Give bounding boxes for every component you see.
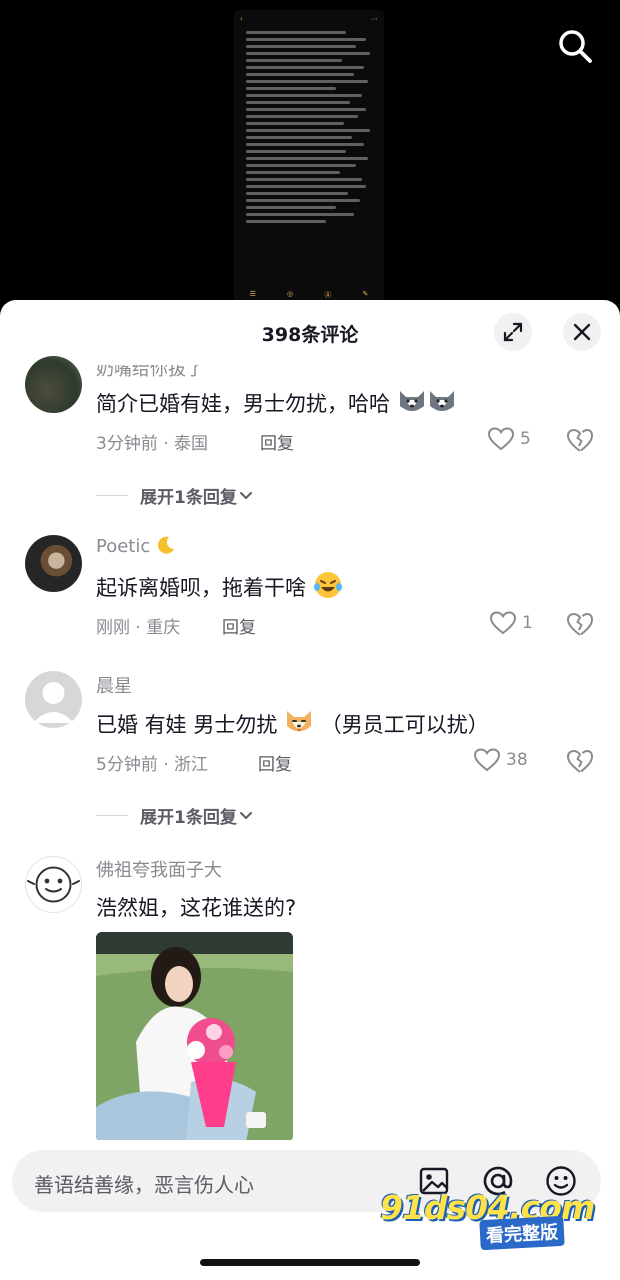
comment-text-content: 简介已婚有娃，男士勿扰，哈哈	[96, 392, 390, 416]
like-count: 1	[522, 613, 533, 633]
expand-replies-label: 展开1条回复	[140, 808, 237, 828]
heart-icon	[490, 611, 516, 635]
comment-text-suffix: （男员工可以扰）	[320, 713, 489, 737]
chevron-down-icon	[239, 811, 252, 819]
video-note-toolbar: ☰ ◎ Ⓐ ✎	[249, 290, 369, 299]
expand-replies-button[interactable]: 展开1条回复	[96, 803, 255, 828]
search-button[interactable]	[553, 24, 597, 68]
comment-username[interactable]: 晨星	[96, 672, 132, 698]
broken-heart-icon	[567, 428, 594, 452]
avatar[interactable]	[25, 356, 82, 413]
expand-replies-label: 展开1条回复	[140, 488, 237, 508]
comment-text: 起诉离婚呗，拖着干啥	[96, 570, 343, 602]
comment-input-placeholder[interactable]: 善语结善缘，恶言伤人心	[34, 1169, 254, 1198]
broken-heart-icon	[567, 612, 594, 636]
site-watermark: 91ds04.com 看完整版	[380, 1188, 595, 1252]
heart-icon	[488, 427, 514, 451]
close-sheet-button[interactable]	[563, 313, 601, 351]
heart-icon	[474, 748, 500, 772]
reply-button[interactable]: 回复	[258, 750, 292, 775]
broken-heart-icon	[567, 749, 594, 773]
comment-text: 简介已婚有娃，男士勿扰，哈哈	[96, 386, 457, 418]
reply-button[interactable]: 回复	[222, 613, 256, 638]
like-button[interactable]: 1	[490, 611, 533, 635]
comment-text: 已婚 有娃 男士勿扰 （男员工可以扰）	[96, 707, 489, 739]
dislike-button[interactable]	[566, 748, 594, 776]
avatar[interactable]	[25, 856, 82, 913]
shiba-dog-emoji-icon	[287, 711, 312, 732]
divider	[96, 815, 128, 816]
avatar[interactable]	[25, 535, 82, 592]
dislike-button[interactable]	[566, 611, 594, 639]
like-button[interactable]: 38	[474, 748, 528, 772]
husky-emoji-icon	[399, 391, 424, 411]
fullscreen-icon	[503, 322, 523, 342]
expand-sheet-button[interactable]	[494, 313, 532, 351]
video-background[interactable]: ‹ ⋯ ☰ ◎ Ⓐ ✎	[0, 0, 620, 310]
watermark-tagline: 看完整版	[479, 1215, 565, 1251]
photo-woman-with-flowers	[96, 932, 293, 1140]
comment-sheet: 398条评论 奶嘴给你拔了 简介已婚有娃，男士勿扰，哈哈 3分钟前 · 泰国 回…	[0, 300, 620, 1280]
comment-time-location: 5分钟前 · 浙江	[96, 755, 209, 775]
comment-list[interactable]: 奶嘴给你拔了 简介已婚有娃，男士勿扰，哈哈 3分钟前 · 泰国 回复 5 展开1…	[0, 350, 620, 1140]
crescent-moon-icon	[157, 536, 174, 554]
comment-image[interactable]	[96, 932, 293, 1140]
like-count: 5	[520, 429, 531, 449]
default-avatar-icon	[33, 682, 74, 723]
dislike-button[interactable]	[566, 427, 594, 455]
comment-time-location: 刚刚 · 重庆	[96, 618, 181, 638]
face-avatar-icon	[27, 866, 80, 903]
comment-time-location: 3分钟前 · 泰国	[96, 434, 209, 454]
divider	[96, 495, 128, 496]
like-count: 38	[506, 750, 528, 770]
comment-username[interactable]: 奶嘴给你拔了	[96, 365, 204, 381]
reply-button[interactable]: 回复	[260, 429, 294, 454]
home-indicator[interactable]	[200, 1259, 420, 1266]
username-text: Poetic	[96, 536, 151, 557]
search-icon	[559, 30, 592, 63]
like-button[interactable]: 5	[488, 427, 531, 451]
comment-username[interactable]: Poetic	[96, 535, 176, 557]
husky-emoji-icon	[429, 391, 454, 411]
video-thumbnail: ‹ ⋯ ☰ ◎ Ⓐ ✎	[234, 10, 384, 302]
avatar[interactable]	[25, 671, 82, 728]
chevron-down-icon	[239, 491, 252, 499]
comment-text-content: 起诉离婚呗，拖着干啥	[96, 576, 306, 600]
laughing-tears-emoji-icon	[313, 572, 342, 598]
comment-text-content: 已婚 有娃 男士勿扰	[96, 713, 278, 737]
comment-text: 浩然姐，这花谁送的?	[96, 896, 297, 920]
close-icon	[573, 323, 591, 341]
expand-replies-button[interactable]: 展开1条回复	[96, 483, 255, 508]
comment-username[interactable]: 佛祖夸我面子大	[96, 856, 222, 882]
video-note-header: ‹ ⋯	[240, 15, 378, 23]
